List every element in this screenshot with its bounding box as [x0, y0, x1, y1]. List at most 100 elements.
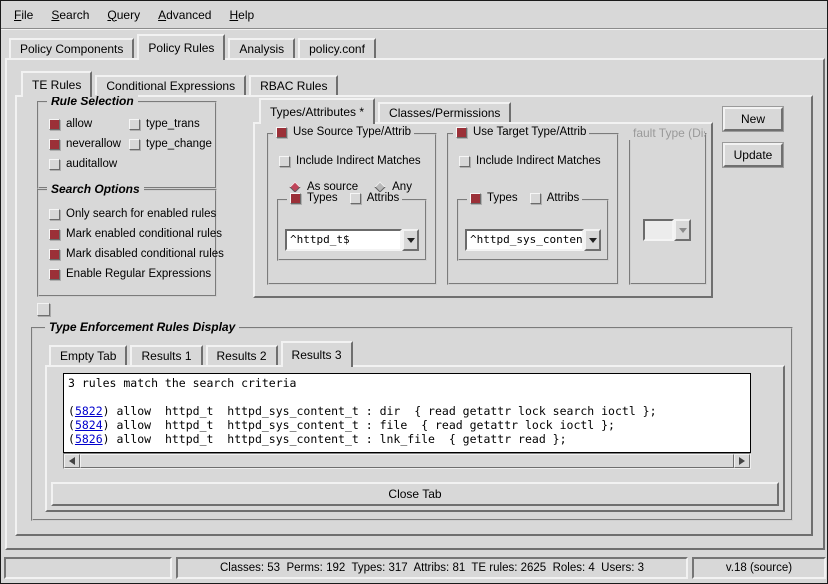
results-display-title: Type Enforcement Rules Display — [45, 320, 239, 334]
default-type-group: fault Type (Disa — [629, 133, 707, 285]
checkbox-include-indirect-source[interactable]: Include Indirect Matches — [279, 155, 421, 167]
checkbox-neverallow[interactable]: neverallow — [49, 138, 127, 150]
source-type-dropdown-button[interactable] — [402, 229, 419, 251]
rule-result-row: (5822) allow httpd_t httpd_sys_content_t… — [68, 404, 746, 418]
default-type-input — [643, 219, 674, 241]
checkbox-allow-indicator — [49, 119, 60, 130]
checkbox-mark-enabled-cond[interactable]: Mark enabled conditional rules — [49, 228, 215, 240]
menu-file[interactable]: File — [5, 3, 42, 27]
search-options-list: Only search for enabled rules Mark enabl… — [39, 191, 215, 280]
target-type-input[interactable]: ^httpd_sys_content_t$ — [465, 229, 584, 251]
rule-tabrow: TE Rules Conditional Expressions RBAC Ru… — [21, 71, 341, 95]
default-type-title: fault Type (Disa — [629, 126, 705, 140]
tab-rbac-rules[interactable]: RBAC Rules — [249, 75, 338, 95]
checkbox-mark-enabled-indicator — [49, 229, 60, 240]
checkbox-use-target-label: Use Target Type/Attrib — [473, 126, 586, 138]
rule-selection-group: Rule Selection allow type_trans neverall… — [37, 101, 217, 189]
menu-advanced[interactable]: Advanced — [149, 3, 220, 27]
scroll-left-button[interactable] — [64, 454, 80, 468]
chevron-down-icon — [589, 238, 597, 243]
rule-result-row: (5824) allow httpd_t httpd_sys_content_t… — [68, 418, 746, 432]
checkbox-include-indirect-source-label: Include Indirect Matches — [296, 155, 421, 167]
checkbox-use-target[interactable]: Use Target Type/Attrib — [453, 126, 589, 138]
rule-id-link[interactable]: 5822 — [75, 404, 103, 418]
checkbox-only-enabled-indicator — [49, 209, 60, 220]
menu-advanced-label: Advanced — [158, 8, 211, 22]
rule-id-link[interactable]: 5824 — [75, 418, 103, 432]
results-tab-3[interactable]: Results 3 — [281, 341, 353, 367]
tab-classes-permissions[interactable]: Classes/Permissions — [378, 102, 511, 122]
checkbox-type-change-indicator — [129, 139, 140, 150]
target-type-dropdown-button[interactable] — [584, 229, 601, 251]
source-type-input[interactable]: ^httpd_t$ — [285, 229, 402, 251]
checkbox-enable-regex-indicator — [49, 269, 60, 280]
rule-text: ) allow httpd_t httpd_sys_content_t : di… — [103, 404, 657, 418]
checkbox-only-enabled-label: Only search for enabled rules — [66, 208, 216, 220]
checkbox-type-change-label: type_change — [146, 138, 212, 150]
checkbox-use-source[interactable]: Use Source Type/Attrib — [273, 126, 414, 138]
checkbox-enable-regex-label: Enable Regular Expressions — [66, 268, 211, 280]
tab-policy-components[interactable]: Policy Components — [9, 38, 134, 58]
checkbox-auditallow-label: auditallow — [66, 158, 117, 170]
checkbox-target-attribs[interactable]: Attribs — [530, 192, 580, 204]
checkbox-type-trans-indicator — [129, 119, 140, 130]
tab-types-attributes[interactable]: Types/Attributes * — [259, 98, 375, 124]
checkbox-source-attribs[interactable]: Attribs — [350, 192, 400, 204]
tab-analysis[interactable]: Analysis — [228, 38, 295, 58]
tab-conditional-expressions[interactable]: Conditional Expressions — [95, 75, 246, 95]
checkbox-use-source-indicator — [276, 127, 287, 138]
checkbox-allow-label: allow — [66, 118, 92, 130]
results-tab-2[interactable]: Results 2 — [206, 345, 278, 365]
checkbox-use-target-indicator — [456, 127, 467, 138]
default-type-dropdown-button — [674, 219, 691, 241]
rule-text: ) allow httpd_t httpd_sys_content_t : ln… — [103, 432, 567, 446]
menu-query[interactable]: Query — [98, 3, 149, 27]
checkbox-mark-disabled-cond[interactable]: Mark disabled conditional rules — [49, 248, 215, 260]
checkbox-type-trans[interactable]: type_trans — [129, 118, 215, 130]
checkbox-allow[interactable]: allow — [49, 118, 127, 130]
menu-search[interactable]: Search — [42, 3, 98, 27]
tab-policy-rules[interactable]: Policy Rules — [137, 34, 225, 60]
checkbox-target-types[interactable]: Types — [470, 192, 518, 204]
tab-policy-conf[interactable]: policy.conf — [298, 38, 376, 58]
target-type-combo: ^httpd_sys_content_t$ — [465, 229, 601, 251]
chevron-down-icon — [679, 228, 687, 233]
checkbox-source-types[interactable]: Types — [290, 192, 338, 204]
checkbox-auditallow-indicator — [49, 159, 60, 170]
checkbox-source-attribs-indicator — [350, 193, 361, 204]
checkbox-mark-disabled-indicator — [49, 249, 60, 260]
checkbox-source-types-label: Types — [307, 192, 338, 204]
checkbox-enable-regex[interactable]: Enable Regular Expressions — [49, 268, 215, 280]
status-stats: Classes: 53 Perms: 192 Types: 317 Attrib… — [176, 557, 688, 579]
search-options-group: Search Options Only search for enabled r… — [37, 189, 217, 297]
status-left-panel — [4, 557, 172, 579]
app-window: File Search Query Advanced Help Policy C… — [0, 0, 828, 584]
checkbox-include-indirect-target-indicator — [459, 156, 470, 167]
source-type-group: Use Source Type/Attrib Include Indirect … — [267, 133, 437, 285]
close-tab-button[interactable]: Close Tab — [51, 482, 779, 506]
source-types-frame: Types Attribs ^httpd_t$ — [277, 199, 427, 261]
results-hscrollbar — [63, 453, 751, 469]
default-type-combo — [643, 219, 691, 241]
new-button[interactable]: New — [723, 107, 783, 131]
checkbox-type-change[interactable]: type_change — [129, 138, 215, 150]
scroll-right-button[interactable] — [734, 454, 750, 468]
rule-prefix: ( — [68, 432, 75, 446]
menu-help[interactable]: Help — [220, 3, 263, 27]
tab-te-rules[interactable]: TE Rules — [21, 71, 92, 97]
results-tab-empty[interactable]: Empty Tab — [49, 345, 127, 365]
results-text-area[interactable]: 3 rules match the search criteria (5822)… — [63, 373, 751, 453]
checkbox-only-enabled-rules[interactable]: Only search for enabled rules — [49, 208, 215, 220]
checkbox-include-indirect-source-indicator — [279, 156, 290, 167]
main-tabrow: Policy Components Policy Rules Analysis … — [9, 34, 379, 58]
scroll-thumb[interactable] — [80, 454, 734, 468]
pane-sash-handle[interactable] — [37, 303, 50, 316]
rule-id-link[interactable]: 5826 — [75, 432, 103, 446]
checkbox-type-trans-label: type_trans — [146, 118, 200, 130]
checkbox-auditallow[interactable]: auditallow — [49, 158, 127, 170]
checkbox-include-indirect-target[interactable]: Include Indirect Matches — [459, 155, 601, 167]
rule-selection-list: allow type_trans neverallow type_change … — [39, 103, 215, 170]
update-button[interactable]: Update — [723, 143, 783, 167]
checkbox-neverallow-label: neverallow — [66, 138, 121, 150]
results-tab-1[interactable]: Results 1 — [130, 345, 202, 365]
